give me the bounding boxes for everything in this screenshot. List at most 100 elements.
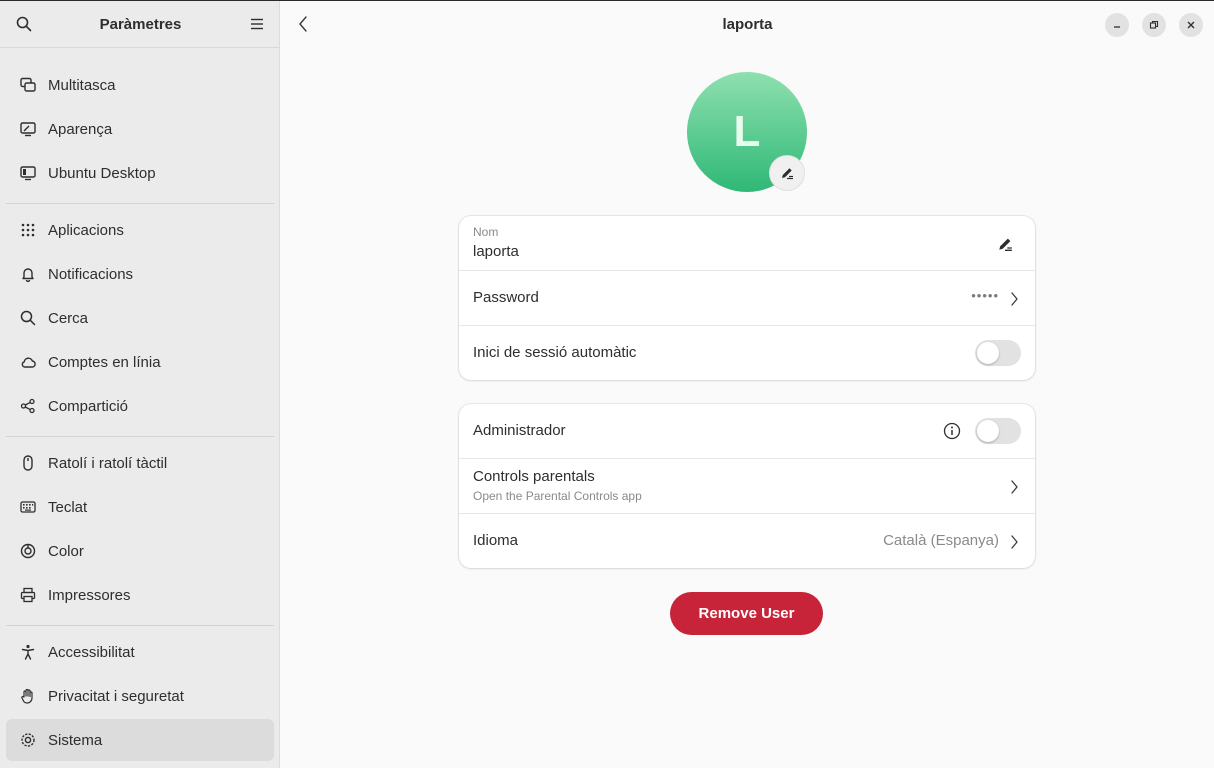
info-icon bbox=[943, 422, 961, 440]
sidebar-item-label: Notificacions bbox=[48, 265, 134, 283]
autologin-row: Inici de sessió automàtic bbox=[459, 326, 1035, 380]
pencil-icon bbox=[782, 168, 793, 180]
sidebar-item-label: Impressores bbox=[48, 586, 131, 604]
switch-knob bbox=[977, 342, 999, 364]
search-icon bbox=[20, 310, 36, 326]
autologin-switch[interactable] bbox=[975, 340, 1021, 366]
page-title: laporta bbox=[722, 16, 773, 33]
chevron-right-icon bbox=[1011, 480, 1018, 494]
sidebar-item-label: Sistema bbox=[48, 731, 103, 749]
sidebar-item-ratoli[interactable]: Ratolí i ratolí tàctil bbox=[6, 442, 274, 484]
sidebar-item-label: Aparença bbox=[48, 120, 113, 138]
sidebar-divider bbox=[6, 203, 274, 204]
multitasking-icon bbox=[20, 77, 36, 93]
header-bar: laporta bbox=[281, 1, 1214, 48]
restore-icon bbox=[1149, 20, 1159, 29]
hamburger-menu-icon bbox=[250, 18, 263, 30]
sidebar-item-color[interactable]: Color bbox=[6, 530, 274, 572]
sidebar-item-multitasca[interactable]: Multitasca bbox=[6, 64, 274, 106]
search-button[interactable] bbox=[14, 14, 34, 34]
appearance-icon bbox=[20, 121, 36, 137]
sidebar-item-label: Accessibilitat bbox=[48, 643, 135, 661]
admin-info-button[interactable] bbox=[943, 422, 961, 444]
mouse-icon bbox=[20, 455, 36, 471]
scrolled-item-icon bbox=[20, 48, 36, 49]
maximize-button[interactable] bbox=[1142, 13, 1166, 37]
search-icon bbox=[16, 16, 32, 32]
settings-window: Paràmetres Multitasca Aparença Ubuntu De… bbox=[0, 0, 1214, 768]
sidebar-item-label: Cerca bbox=[48, 309, 89, 327]
apps-grid-icon bbox=[20, 222, 36, 238]
printer-icon bbox=[20, 587, 36, 603]
parental-controls-row[interactable]: Controls parentals Open the Parental Con… bbox=[459, 459, 1035, 514]
name-value: laporta bbox=[473, 243, 519, 260]
sidebar-item-label: Color bbox=[48, 542, 84, 560]
sidebar-item-accessibilitat[interactable]: Accessibilitat bbox=[6, 631, 274, 673]
password-value: ••••• bbox=[971, 288, 999, 303]
autologin-label: Inici de sessió automàtic bbox=[473, 344, 637, 361]
sidebar-item-privacitat[interactable]: Privacitat i seguretat bbox=[6, 675, 274, 717]
name-label: Nom bbox=[473, 225, 499, 239]
sidebar-item-label: Comptes en línia bbox=[48, 353, 161, 371]
cloud-icon bbox=[20, 354, 36, 370]
color-icon bbox=[20, 543, 36, 559]
sidebar-item-label: Ubuntu Desktop bbox=[48, 164, 156, 182]
pencil-icon bbox=[999, 238, 1012, 251]
remove-user-button[interactable]: Remove User bbox=[670, 592, 823, 635]
sidebar-header: Paràmetres bbox=[0, 1, 279, 48]
sidebar-item-sistema[interactable]: Sistema bbox=[6, 719, 274, 761]
parental-subtitle: Open the Parental Controls app bbox=[473, 489, 642, 503]
close-button[interactable] bbox=[1179, 13, 1203, 37]
sidebar-item-ubuntu-desktop[interactable]: Ubuntu Desktop bbox=[6, 152, 274, 194]
password-label: Password bbox=[473, 289, 539, 306]
minimize-button[interactable] bbox=[1105, 13, 1129, 37]
language-row[interactable]: Idioma Català (Espanya) bbox=[459, 514, 1035, 568]
switch-knob bbox=[977, 420, 999, 442]
close-icon bbox=[1187, 21, 1195, 29]
sidebar-title: Paràmetres bbox=[99, 15, 182, 33]
language-value: Català (Espanya) bbox=[883, 532, 999, 549]
sidebar-item-partial[interactable] bbox=[6, 48, 274, 62]
sidebar-item-impressores[interactable]: Impressores bbox=[6, 574, 274, 616]
sidebar-item-comptes-en-linia[interactable]: Comptes en línia bbox=[6, 341, 274, 383]
name-row[interactable]: Nom laporta bbox=[459, 216, 1035, 271]
main-panel: laporta L Nom laporta Password ••••• Ini… bbox=[281, 1, 1214, 768]
accessibility-icon bbox=[20, 644, 36, 660]
sidebar-item-cerca[interactable]: Cerca bbox=[6, 297, 274, 339]
ubuntu-desktop-icon bbox=[20, 165, 36, 181]
password-row[interactable]: Password ••••• bbox=[459, 271, 1035, 326]
sidebar-item-teclat[interactable]: Teclat bbox=[6, 486, 274, 528]
avatar-initial: L bbox=[733, 107, 761, 156]
sidebar-item-label: Teclat bbox=[48, 498, 88, 516]
hand-icon bbox=[20, 688, 36, 704]
parental-label: Controls parentals bbox=[473, 468, 595, 485]
sidebar-item-notificacions[interactable]: Notificacions bbox=[6, 253, 274, 295]
sidebar: Paràmetres Multitasca Aparença Ubuntu De… bbox=[0, 1, 280, 768]
sidebar-item-label: Ratolí i ratolí tàctil bbox=[48, 454, 168, 472]
sidebar-item-label: Compartició bbox=[48, 397, 129, 415]
sidebar-item-aplicacions[interactable]: Aplicacions bbox=[6, 209, 274, 251]
admin-row: Administrador bbox=[459, 404, 1035, 459]
gear-icon bbox=[20, 732, 36, 748]
sidebar-divider bbox=[6, 436, 274, 437]
admin-switch[interactable] bbox=[975, 418, 1021, 444]
edit-name-button[interactable] bbox=[997, 236, 1013, 256]
sidebar-item-label: Multitasca bbox=[48, 76, 116, 94]
keyboard-icon bbox=[20, 499, 36, 515]
settings-card: Administrador Controls parentals Open th… bbox=[459, 404, 1035, 568]
bell-icon bbox=[20, 266, 36, 282]
sidebar-item-label: Aplicacions bbox=[48, 221, 124, 239]
account-card: Nom laporta Password ••••• Inici de sess… bbox=[459, 216, 1035, 380]
sidebar-item-label: Privacitat i seguretat bbox=[48, 687, 184, 705]
sidebar-list[interactable]: Multitasca Aparença Ubuntu Desktop Aplic… bbox=[0, 48, 279, 768]
sidebar-divider bbox=[6, 625, 274, 626]
sidebar-item-aparenca[interactable]: Aparença bbox=[6, 108, 274, 150]
avatar-edit-button[interactable] bbox=[769, 155, 805, 191]
admin-label: Administrador bbox=[473, 422, 566, 439]
chevron-right-icon bbox=[1011, 292, 1018, 306]
chevron-right-icon bbox=[1011, 535, 1018, 549]
language-label: Idioma bbox=[473, 532, 519, 549]
menu-button[interactable] bbox=[247, 14, 267, 34]
sidebar-item-comparticio[interactable]: Compartició bbox=[6, 385, 274, 427]
share-icon bbox=[20, 398, 36, 414]
